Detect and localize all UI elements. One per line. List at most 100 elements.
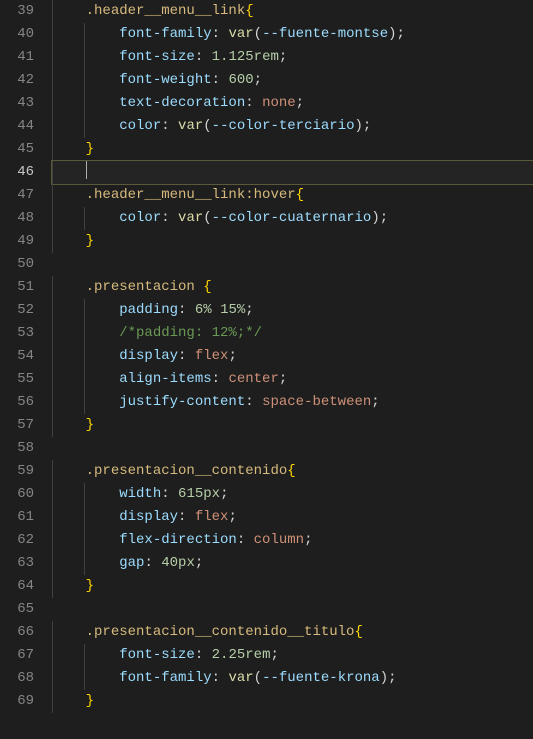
token-punc: : [161,486,178,502]
code-line[interactable]: } [52,414,533,437]
code-line[interactable]: .presentacion__contenido{ [52,460,533,483]
token-punc: : [212,72,229,88]
line-number: 69 [10,690,34,713]
line-number: 68 [10,667,34,690]
code-line[interactable]: font-weight: 600; [52,69,533,92]
indent-whitespace [52,95,119,111]
token-punc: ; [270,647,278,663]
token-brace: } [86,417,94,433]
indent-guide [84,92,85,115]
indent-guide [84,69,85,92]
token-num: 15% [220,302,245,318]
code-line[interactable]: font-size: 1.125rem; [52,46,533,69]
indent-guide [52,460,53,483]
indent-guide [52,299,53,322]
indent-guide [52,575,53,598]
token-punc: ) [371,210,379,226]
line-number: 42 [10,69,34,92]
token-punc: ; [279,371,287,387]
indent-guide [52,46,53,69]
line-number: 66 [10,621,34,644]
code-line[interactable]: justify-content: space-between; [52,391,533,414]
code-line[interactable]: gap: 40px; [52,552,533,575]
token-punc: : [161,118,178,134]
code-line[interactable]: text-decoration: none; [52,92,533,115]
token-punc: ; [279,49,287,65]
code-line[interactable]: font-family: var(--fuente-krona); [52,667,533,690]
line-number: 44 [10,115,34,138]
code-area[interactable]: .header__menu__link{ font-family: var(--… [52,0,533,739]
code-line[interactable]: font-size: 2.25rem; [52,644,533,667]
token-kw: flex [195,509,229,525]
line-number: 56 [10,391,34,414]
indent-guide [52,529,53,552]
code-line[interactable]: } [52,230,533,253]
code-line[interactable]: .presentacion__contenido__titulo{ [52,621,533,644]
code-line[interactable]: .presentacion { [52,276,533,299]
code-line[interactable] [52,598,533,621]
code-line[interactable]: /*padding: 12%;*/ [52,322,533,345]
line-number: 67 [10,644,34,667]
indent-guide [84,529,85,552]
token-punc: ; [371,394,379,410]
code-line[interactable]: color: var(--color-terciario); [52,115,533,138]
code-line[interactable]: .header__menu__link:hover{ [52,184,533,207]
indent-whitespace [52,164,86,180]
code-editor[interactable]: 3940414243444546474849505152535455565758… [0,0,533,739]
code-line[interactable]: align-items: center; [52,368,533,391]
token-prop: font-size [119,647,195,663]
token-prop: font-family [119,26,211,42]
code-line[interactable]: flex-direction: column; [52,529,533,552]
code-line[interactable]: font-family: var(--fuente-montse); [52,23,533,46]
line-number: 62 [10,529,34,552]
line-number: 49 [10,230,34,253]
indent-whitespace [52,647,119,663]
code-line[interactable]: } [52,138,533,161]
token-brace: { [354,624,362,640]
token-prop: width [119,486,161,502]
indent-whitespace [52,210,119,226]
token-prop: font-size [119,49,195,65]
token-comment: /*padding: 12%;*/ [119,325,262,341]
line-number: 61 [10,506,34,529]
indent-guide [52,230,53,253]
token-prop: display [119,509,178,525]
indent-guide [52,391,53,414]
code-line[interactable]: color: var(--color-cuaternario); [52,207,533,230]
token-sel: .header__menu__link:hover [86,187,296,203]
token-num: 1.125rem [212,49,279,65]
indent-guide [52,322,53,345]
indent-guide [52,161,53,184]
line-number: 53 [10,322,34,345]
token-prop: padding [119,302,178,318]
indent-whitespace [52,3,86,19]
code-line[interactable]: padding: 6% 15%; [52,299,533,322]
code-line[interactable] [52,437,533,460]
indent-guide [84,368,85,391]
text-cursor [86,161,87,179]
code-line[interactable]: } [52,690,533,713]
token-brace: } [86,141,94,157]
token-brace: } [86,233,94,249]
code-line[interactable]: width: 615px; [52,483,533,506]
code-line[interactable]: display: flex; [52,506,533,529]
code-line[interactable] [52,253,533,276]
token-punc: ( [254,670,262,686]
indent-whitespace [52,463,86,479]
token-punc: : [212,670,229,686]
indent-guide [84,46,85,69]
indent-whitespace [52,670,119,686]
line-number: 55 [10,368,34,391]
line-number: 41 [10,46,34,69]
code-line[interactable]: .header__menu__link{ [52,0,533,23]
token-punc: : [178,509,195,525]
token-punc: ; [296,95,304,111]
code-line[interactable]: } [52,575,533,598]
token-prop: justify-content [119,394,245,410]
code-line[interactable] [52,161,533,184]
token-punc: ; [228,509,236,525]
token-kw: flex [195,348,229,364]
indent-whitespace [52,302,119,318]
token-punc: ; [304,532,312,548]
code-line[interactable]: display: flex; [52,345,533,368]
